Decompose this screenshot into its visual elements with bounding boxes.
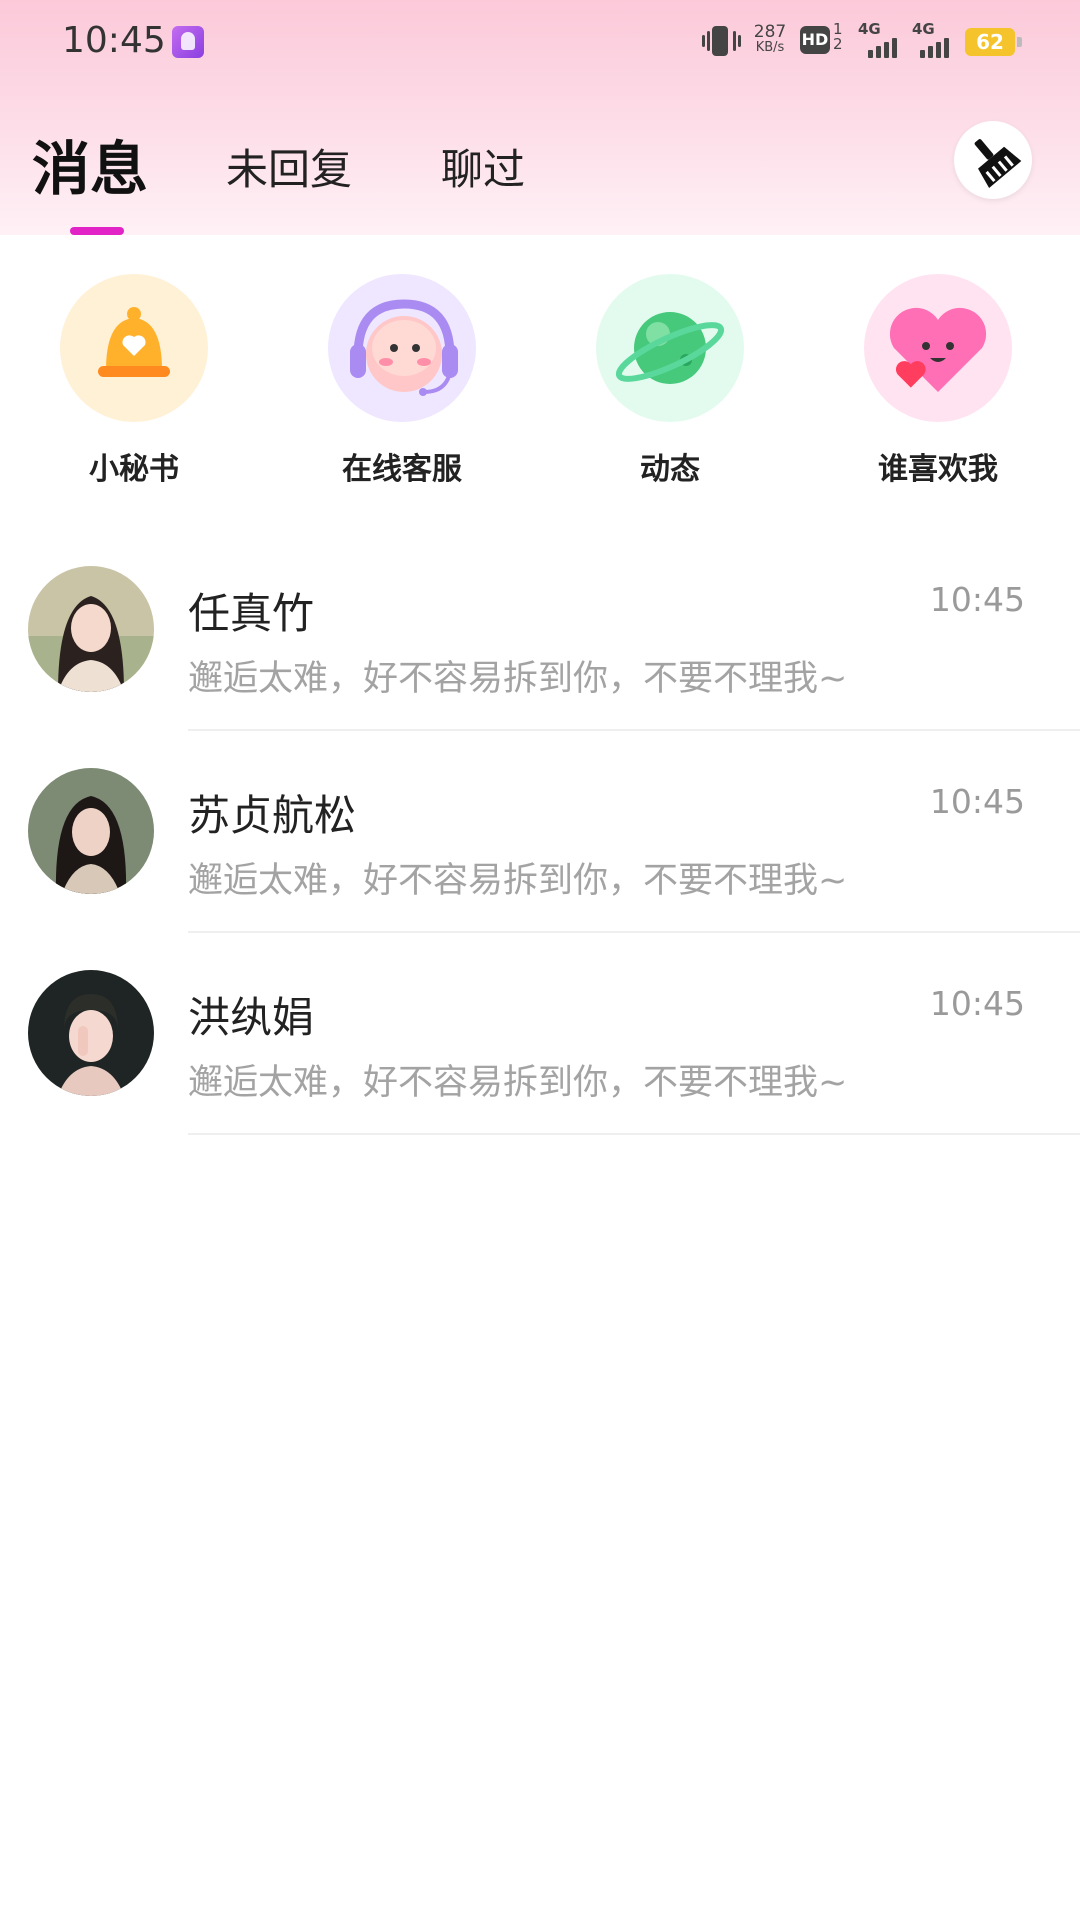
message-preview: 邂逅太难，好不容易拆到你，不要不理我~: [188, 861, 848, 901]
quick-entry-moments[interactable]: 动态: [590, 274, 750, 488]
quick-entry-secretary[interactable]: 小秘书: [54, 274, 214, 488]
quick-entry-label: 在线客服: [342, 452, 462, 487]
avatar: [28, 768, 154, 894]
tab-chatted[interactable]: 聊过: [441, 136, 525, 197]
avatar: [28, 970, 154, 1096]
quick-entry-who-likes-me[interactable]: 谁喜欢我: [858, 274, 1018, 488]
avatar: [28, 566, 154, 692]
app-notification-icon: [172, 26, 204, 58]
message-preview: 邂逅太难，好不容易拆到你，不要不理我~: [188, 659, 848, 699]
divider: [188, 931, 1080, 933]
signal-1-icon: [868, 36, 908, 58]
heart-face-icon: [864, 274, 1012, 422]
message-time: 10:45: [929, 782, 1025, 821]
quick-entry-label: 谁喜欢我: [878, 452, 998, 487]
headset-mascot-icon: [328, 274, 476, 422]
contact-name: 任真竹: [188, 589, 315, 638]
clear-unread-button[interactable]: [954, 121, 1032, 199]
hd-voice-icon: HD: [800, 26, 830, 54]
planet-icon: [596, 274, 744, 422]
hd-sim-indicator: 1 2: [833, 20, 843, 53]
contact-name: 洪纨娟: [188, 993, 315, 1042]
network-speed-unit: KB/s: [755, 40, 785, 55]
quick-entry-label: 小秘书: [89, 452, 179, 487]
divider: [188, 729, 1080, 731]
contact-name: 苏贞航松: [188, 791, 357, 840]
signal-2-icon: [914, 36, 954, 58]
broom-icon: [974, 139, 1022, 189]
conversation-item[interactable]: 洪纨娟 10:45 邂逅太难，好不容易拆到你，不要不理我~: [0, 968, 1080, 1168]
active-tab-indicator: [70, 227, 124, 235]
battery-icon: 62: [965, 28, 1022, 56]
message-preview: 邂逅太难，好不容易拆到你，不要不理我~: [188, 1063, 848, 1103]
network-speed: 287 KB/s: [748, 24, 792, 56]
divider: [188, 1133, 1080, 1135]
status-bar: 10:45 287 KB/s HD 1 2 4G 4G 62: [0, 0, 1080, 86]
message-time: 10:45: [929, 984, 1025, 1023]
quick-entry-label: 动态: [640, 452, 700, 487]
conversation-item[interactable]: 苏贞航松 10:45 邂逅太难，好不容易拆到你，不要不理我~: [0, 766, 1080, 966]
tab-messages[interactable]: 消息: [32, 122, 148, 206]
message-time: 10:45: [929, 580, 1025, 619]
conversation-item[interactable]: 任真竹 10:45 邂逅太难，好不容易拆到你，不要不理我~: [0, 564, 1080, 764]
vibrate-icon: [700, 26, 741, 58]
tab-unreplied[interactable]: 未回复: [226, 136, 352, 197]
quick-entry-customer-service[interactable]: 在线客服: [322, 274, 482, 488]
bell-icon: [60, 274, 208, 422]
status-time: 10:45: [62, 20, 166, 61]
network-speed-value: 287: [753, 22, 787, 42]
